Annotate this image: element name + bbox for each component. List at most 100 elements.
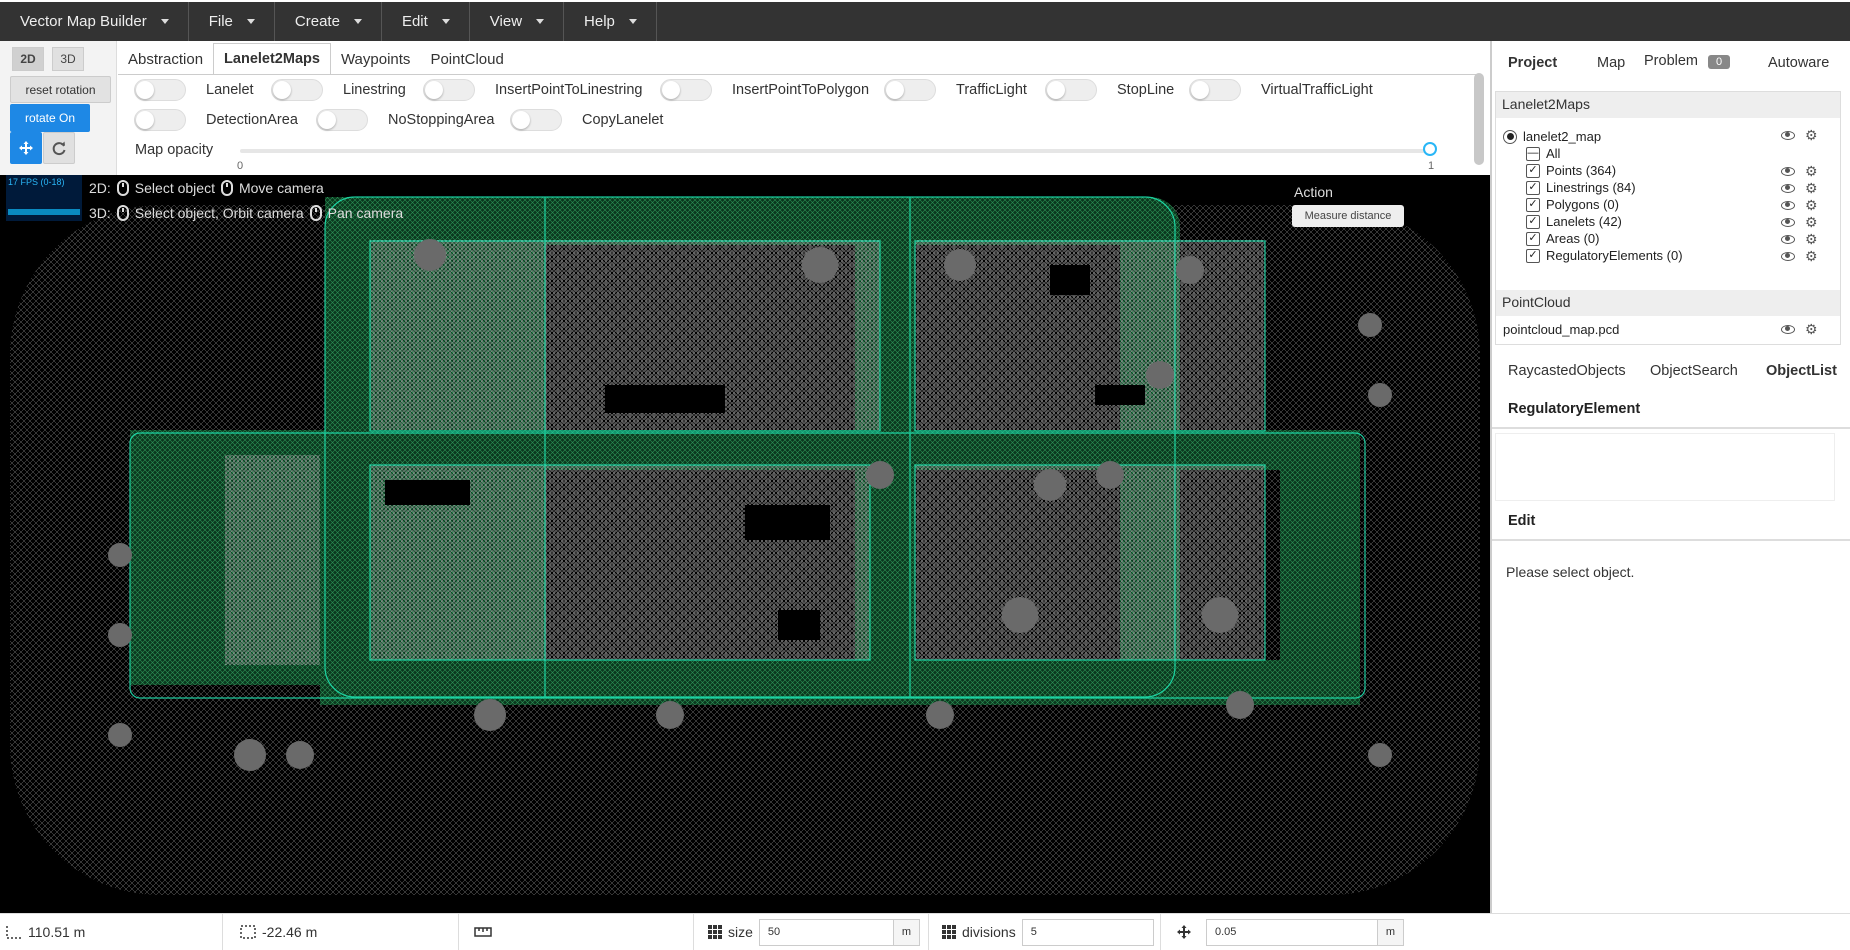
gear-icon[interactable]: ⚙ xyxy=(1805,128,1818,142)
map-opacity-knob[interactable] xyxy=(1423,142,1437,156)
toggle-switch[interactable] xyxy=(1045,79,1097,101)
tree-item-linestrings[interactable]: ✓ Linestrings (84) xyxy=(1526,180,1636,195)
visibility-eye-icon[interactable] xyxy=(1781,166,1795,176)
gear-icon[interactable]: ⚙ xyxy=(1805,249,1818,263)
menu-create[interactable]: Create xyxy=(275,2,382,41)
map-radio-row[interactable]: lanelet2_map xyxy=(1503,129,1601,144)
rotate-button[interactable]: rotate On xyxy=(10,104,90,132)
toggle-switch[interactable] xyxy=(423,79,475,101)
toggle-switch[interactable] xyxy=(1189,79,1241,101)
toggle-detection-area[interactable]: DetectionArea xyxy=(134,109,298,131)
visibility-eye-icon[interactable] xyxy=(1781,251,1795,261)
tree-item-lanelets[interactable]: ✓ Lanelets (42) xyxy=(1526,214,1622,229)
toggle-linestring[interactable]: Linestring xyxy=(271,79,406,101)
visibility-eye-icon[interactable] xyxy=(1781,183,1795,193)
object-tabs: RaycastedObjects ObjectSearch ObjectList xyxy=(1492,351,1850,391)
tab-problem[interactable]: Problem 0 xyxy=(1644,53,1731,69)
move-step-input[interactable]: 0.05 xyxy=(1206,918,1378,946)
grid-size-input[interactable]: 50 xyxy=(758,918,894,946)
tree-item-polygons[interactable]: ✓ Polygons (0) xyxy=(1526,197,1619,212)
lanelets-actions: ⚙ xyxy=(1781,215,1818,229)
toggle-no-stopping-area[interactable]: NoStoppingArea xyxy=(316,109,494,131)
toggle-lanelet[interactable]: Lanelet xyxy=(134,79,254,101)
pointcloud-map-render xyxy=(10,175,1480,895)
menu-edit[interactable]: Edit xyxy=(382,2,470,41)
checkbox[interactable]: ✓ xyxy=(1526,214,1540,229)
tab-object-search[interactable]: ObjectSearch xyxy=(1650,363,1738,379)
toggle-switch[interactable] xyxy=(316,109,368,131)
reset-rotation-button[interactable]: reset rotation xyxy=(10,76,111,103)
tab-waypoints[interactable]: Waypoints xyxy=(331,43,420,75)
tool-panel: 2D 3D reset rotation rotate On Abstracti… xyxy=(0,41,1490,175)
menu-help[interactable]: Help xyxy=(564,2,657,41)
toggle-copy-lanelet[interactable]: CopyLanelet xyxy=(510,109,663,131)
map-select-radio[interactable] xyxy=(1503,129,1517,144)
measure-distance-button[interactable]: Measure distance xyxy=(1292,205,1404,227)
checkbox[interactable]: ✓ xyxy=(1526,163,1540,178)
gear-icon[interactable]: ⚙ xyxy=(1805,232,1818,246)
toggle-traffic-light[interactable]: TrafficLight xyxy=(884,79,1027,101)
checkbox[interactable]: — xyxy=(1526,146,1540,161)
menu-view[interactable]: View xyxy=(470,2,565,41)
toggle-label: StopLine xyxy=(1117,82,1175,98)
toggle-switch[interactable] xyxy=(510,109,562,131)
tree-item-areas[interactable]: ✓ Areas (0) xyxy=(1526,231,1599,246)
visibility-eye-icon[interactable] xyxy=(1781,234,1795,244)
gear-icon[interactable]: ⚙ xyxy=(1805,198,1818,212)
tab-lanelet2maps[interactable]: Lanelet2Maps xyxy=(213,43,331,75)
gear-icon[interactable]: ⚙ xyxy=(1805,322,1818,336)
toggle-switch[interactable] xyxy=(134,109,186,131)
problem-count-badge: 0 xyxy=(1708,55,1731,69)
visibility-eye-icon[interactable] xyxy=(1781,324,1795,334)
map-opacity-slider[interactable] xyxy=(240,149,1430,153)
pointcloud-section-header: PointCloud xyxy=(1496,290,1840,316)
ruler-tool[interactable] xyxy=(474,914,492,950)
tab-raycasted-objects[interactable]: RaycastedObjects xyxy=(1508,363,1626,379)
toggle-insert-point-to-linestring[interactable]: InsertPointToLinestring xyxy=(423,79,643,101)
tree-item-label: Linestrings (84) xyxy=(1546,180,1636,195)
visibility-eye-icon[interactable] xyxy=(1781,130,1795,140)
toggle-virtual-traffic-light[interactable]: VirtualTrafficLight xyxy=(1189,79,1373,101)
tree-item-points[interactable]: ✓ Points (364) xyxy=(1526,163,1616,178)
toggle-insert-point-to-polygon[interactable]: InsertPointToPolygon xyxy=(660,79,869,101)
mode-2d-button[interactable]: 2D xyxy=(12,47,44,71)
caret-down-icon xyxy=(441,19,450,24)
tree-item-label: Areas (0) xyxy=(1546,231,1600,246)
mode-3d-button[interactable]: 3D xyxy=(52,47,84,71)
menu-app[interactable]: Vector Map Builder xyxy=(0,2,189,41)
map-viewport[interactable]: 17 FPS (0-18) 2D: Select object Move cam… xyxy=(0,175,1490,913)
pointcloud-file-row[interactable]: pointcloud_map.pcd xyxy=(1503,322,1619,337)
toggle-switch[interactable] xyxy=(884,79,936,101)
tool-panel-scrollbar[interactable] xyxy=(1474,73,1484,165)
tab-map[interactable]: Map xyxy=(1597,55,1625,71)
gear-icon[interactable]: ⚙ xyxy=(1805,164,1818,178)
gear-icon[interactable]: ⚙ xyxy=(1805,181,1818,195)
checkbox[interactable]: ✓ xyxy=(1526,231,1540,246)
toggle-stop-line[interactable]: StopLine xyxy=(1045,79,1174,101)
gear-icon[interactable]: ⚙ xyxy=(1805,215,1818,229)
menu-file[interactable]: File xyxy=(189,2,275,41)
toggle-switch[interactable] xyxy=(134,79,186,101)
tab-project[interactable]: Project xyxy=(1508,55,1557,71)
refresh-icon[interactable] xyxy=(43,132,75,164)
tab-abstraction[interactable]: Abstraction xyxy=(118,43,213,75)
visibility-eye-icon[interactable] xyxy=(1781,200,1795,210)
grid-divisions-input[interactable]: 5 xyxy=(1021,918,1154,946)
tab-autoware[interactable]: Autoware xyxy=(1768,55,1829,71)
caret-down-icon xyxy=(160,19,169,24)
mouse-right-icon xyxy=(309,205,322,221)
toggle-switch[interactable] xyxy=(660,79,712,101)
status-divider xyxy=(222,914,223,950)
move-icon[interactable] xyxy=(10,132,42,164)
tree-item-regulatory-elements[interactable]: ✓ RegulatoryElements (0) xyxy=(1526,248,1683,263)
toggle-switch[interactable] xyxy=(271,79,323,101)
grid-size-label: size xyxy=(728,924,753,940)
checkbox[interactable]: ✓ xyxy=(1526,180,1540,195)
tab-object-list[interactable]: ObjectList xyxy=(1766,363,1837,379)
visibility-eye-icon[interactable] xyxy=(1781,217,1795,227)
menu-edit-label: Edit xyxy=(401,13,428,30)
checkbox[interactable]: ✓ xyxy=(1526,248,1540,263)
tree-item-all[interactable]: — All xyxy=(1526,146,1560,161)
tab-pointcloud[interactable]: PointCloud xyxy=(420,43,513,75)
checkbox[interactable]: ✓ xyxy=(1526,197,1540,212)
